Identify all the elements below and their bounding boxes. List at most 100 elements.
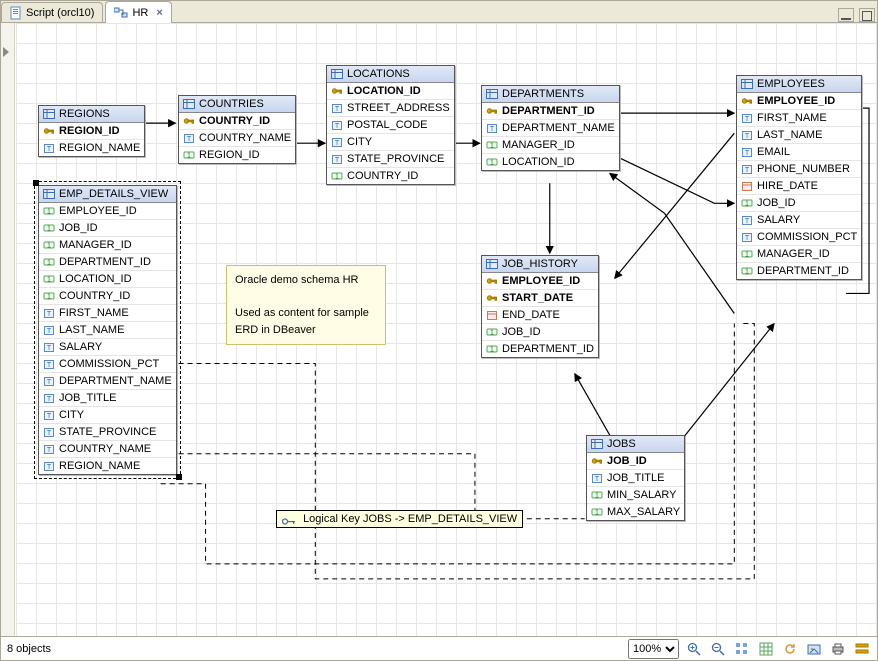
print-button[interactable] [829, 640, 847, 658]
view-emp-details[interactable]: EMP_DETAILS_VIEW1EMPLOYEE_ID1JOB_ID1MANA… [38, 185, 177, 475]
table-column[interactable]: START_DATE [482, 290, 598, 307]
text-icon: T [43, 443, 55, 455]
tab-script[interactable]: Script (orcl10) [1, 2, 103, 22]
table-column[interactable]: JOB_ID [587, 453, 684, 470]
table-column[interactable]: TLAST_NAME [737, 127, 861, 144]
table-column[interactable]: TCITY [39, 407, 176, 424]
table-column[interactable]: TCITY [327, 134, 454, 151]
table-column[interactable]: TSTATE_PROVINCE [39, 424, 176, 441]
table-column[interactable]: 1DEPARTMENT_ID [482, 341, 598, 357]
table-column[interactable]: TCOMMISSION_PCT [39, 356, 176, 373]
zoom-select[interactable]: 100% [628, 639, 679, 659]
table-column[interactable]: TJOB_TITLE [39, 390, 176, 407]
table-column[interactable]: TPHONE_NUMBER [737, 161, 861, 178]
table-column[interactable]: COUNTRY_ID [179, 113, 295, 130]
table-column[interactable]: 1COUNTRY_ID [39, 288, 176, 305]
table-column[interactable]: 1JOB_ID [737, 195, 861, 212]
table-header[interactable]: REGIONS [39, 106, 144, 123]
table-departments[interactable]: DEPARTMENTSDEPARTMENT_IDTDEPARTMENT_NAME… [481, 85, 620, 171]
minimize-editor-button[interactable] [838, 8, 854, 22]
fk-icon: 1 [741, 265, 753, 277]
table-header[interactable]: EMPLOYEES [737, 76, 861, 93]
settings-button[interactable] [853, 640, 871, 658]
table-column[interactable]: EMPLOYEE_ID [482, 273, 598, 290]
zoom-in-button[interactable] [685, 640, 703, 658]
table-column[interactable]: TSTREET_ADDRESS [327, 100, 454, 117]
table-column[interactable]: TFIRST_NAME [39, 305, 176, 322]
column-name: MANAGER_ID [502, 139, 575, 151]
text-icon: T [741, 146, 753, 158]
table-column[interactable]: 1MIN_SALARY [587, 487, 684, 504]
table-column[interactable]: 1EMPLOYEE_ID [39, 203, 176, 220]
table-column[interactable]: TFIRST_NAME [737, 110, 861, 127]
table-column[interactable]: TCOMMISSION_PCT [737, 229, 861, 246]
table-header[interactable]: LOCATIONS [327, 66, 454, 83]
table-column[interactable]: TLAST_NAME [39, 322, 176, 339]
expand-palette-icon[interactable] [3, 47, 9, 57]
column-name: JOB_TITLE [59, 392, 116, 404]
table-column[interactable]: HIRE_DATE [737, 178, 861, 195]
zoom-combo[interactable]: 100% [628, 639, 679, 659]
table-column[interactable]: TCOUNTRY_NAME [179, 130, 295, 147]
table-column[interactable]: 1MAX_SALARY [587, 504, 684, 520]
table-column[interactable]: 1JOB_ID [482, 324, 598, 341]
maximize-editor-button[interactable] [859, 8, 875, 22]
table-column[interactable]: 1DEPARTMENT_ID [39, 254, 176, 271]
auto-layout-button[interactable] [733, 640, 751, 658]
text-icon: T [43, 142, 55, 154]
export-image-button[interactable] [805, 640, 823, 658]
table-employees[interactable]: EMPLOYEESEMPLOYEE_IDTFIRST_NAMETLAST_NAM… [736, 75, 862, 280]
table-column[interactable]: TSALARY [737, 212, 861, 229]
table-header[interactable]: COUNTRIES [179, 96, 295, 113]
table-locations[interactable]: LOCATIONSLOCATION_IDTSTREET_ADDRESSTPOST… [326, 65, 455, 185]
column-name: PHONE_NUMBER [757, 163, 850, 175]
column-name: MANAGER_ID [59, 239, 132, 251]
zoom-out-button[interactable] [709, 640, 727, 658]
table-header[interactable]: EMP_DETAILS_VIEW [39, 186, 176, 203]
text-icon: T [43, 375, 55, 387]
table-column[interactable]: 1LOCATION_ID [39, 271, 176, 288]
table-column[interactable]: TEMAIL [737, 144, 861, 161]
table-jobs[interactable]: JOBSJOB_IDTJOB_TITLE1MIN_SALARY1MAX_SALA… [586, 435, 685, 521]
table-column[interactable]: EMPLOYEE_ID [737, 93, 861, 110]
tab-hr-erd[interactable]: HR × [105, 1, 171, 23]
refresh-button[interactable] [781, 640, 799, 658]
table-column[interactable]: 1MANAGER_ID [737, 246, 861, 263]
table-column[interactable]: 1REGION_ID [179, 147, 295, 163]
table-column[interactable]: TSALARY [39, 339, 176, 356]
table-header[interactable]: JOB_HISTORY [482, 256, 598, 273]
table-column[interactable]: 1MANAGER_ID [39, 237, 176, 254]
palette-gutter [1, 23, 15, 636]
table-column[interactable]: TREGION_NAME [39, 458, 176, 474]
table-column[interactable]: DEPARTMENT_ID [482, 103, 619, 120]
canvas-note[interactable]: Oracle demo schema HR Used as content fo… [226, 265, 386, 345]
table-job-history[interactable]: JOB_HISTORYEMPLOYEE_IDSTART_DATEEND_DATE… [481, 255, 599, 358]
table-column[interactable]: 1LOCATION_ID [482, 154, 619, 170]
table-column[interactable]: END_DATE [482, 307, 598, 324]
column-name: EMPLOYEE_ID [59, 205, 137, 217]
table-column[interactable]: TCOUNTRY_NAME [39, 441, 176, 458]
table-column[interactable]: TSTATE_PROVINCE [327, 151, 454, 168]
table-column[interactable]: TDEPARTMENT_NAME [482, 120, 619, 137]
table-column[interactable]: TREGION_NAME [39, 140, 144, 156]
table-header[interactable]: JOBS [587, 436, 684, 453]
close-icon[interactable]: × [156, 7, 162, 19]
table-column[interactable]: 1MANAGER_ID [482, 137, 619, 154]
table-column[interactable]: 1DEPARTMENT_ID [737, 263, 861, 279]
table-column[interactable]: TPOSTAL_CODE [327, 117, 454, 134]
table-column[interactable]: TJOB_TITLE [587, 470, 684, 487]
table-column[interactable]: T DEPARTMENT_NAME [39, 373, 176, 390]
table-column[interactable]: 1COUNTRY_ID [327, 168, 454, 184]
text-icon: T [741, 214, 753, 226]
table-column[interactable]: 1JOB_ID [39, 220, 176, 237]
table-column[interactable]: LOCATION_ID [327, 83, 454, 100]
table-countries[interactable]: COUNTRIESCOUNTRY_IDTCOUNTRY_NAME1REGION_… [178, 95, 296, 164]
toggle-grid-button[interactable] [757, 640, 775, 658]
table-header[interactable]: DEPARTMENTS [482, 86, 619, 103]
fk-icon: 1 [741, 197, 753, 209]
erd-canvas[interactable]: REGIONSREGION_IDTREGION_NAME COUNTRIESCO… [16, 23, 877, 636]
table-regions[interactable]: REGIONSREGION_IDTREGION_NAME [38, 105, 145, 157]
column-name: DEPARTMENT_NAME [59, 375, 172, 387]
table-column[interactable]: REGION_ID [39, 123, 144, 140]
svg-text:T: T [47, 311, 52, 318]
